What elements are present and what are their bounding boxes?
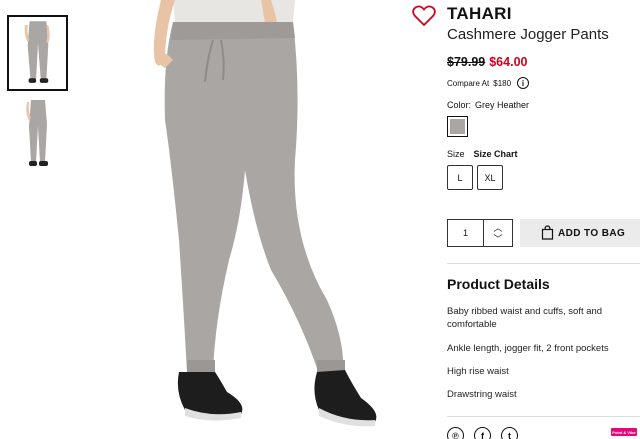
- thumbnail-side[interactable]: [7, 96, 68, 172]
- sale-price: $64.00: [489, 55, 528, 69]
- color-value: Grey Heather: [475, 100, 530, 110]
- detail-item: Baby ribbed waist and cuffs, soft and co…: [447, 306, 603, 330]
- compare-value: $180: [493, 78, 512, 88]
- info-icon[interactable]: i: [517, 77, 530, 89]
- detail-item: Ankle length, jogger fit, 2 front pocket…: [447, 343, 609, 354]
- add-to-bag-label: ADD TO BAG: [558, 227, 626, 239]
- divider: [447, 416, 640, 417]
- chevron-up-icon[interactable]: ︿: [493, 223, 502, 232]
- twitter-icon[interactable]: t: [501, 427, 518, 439]
- detail-item: High rise waist: [447, 366, 509, 377]
- thumbnail-front-image: [9, 17, 66, 89]
- compare-at-price: Compare At $180 i: [447, 77, 530, 89]
- color-swatch-grey-heather[interactable]: [447, 116, 468, 137]
- point-and-vibe-badge[interactable]: Point & Vibe: [611, 428, 637, 436]
- size-chart-link[interactable]: Size Chart: [474, 149, 518, 159]
- detail-item: Drawstring waist: [447, 389, 517, 400]
- bag-icon: [541, 225, 554, 240]
- size-label: Size: [447, 149, 465, 159]
- pinterest-icon[interactable]: ℗: [447, 427, 464, 439]
- thumbnail-front[interactable]: [7, 15, 68, 91]
- original-price: $79.99: [447, 55, 486, 69]
- add-to-bag-button[interactable]: ADD TO BAG: [520, 219, 640, 247]
- size-option-l[interactable]: L: [447, 165, 473, 190]
- chevron-down-icon[interactable]: ﹀: [493, 234, 502, 243]
- quantity-value[interactable]: 1: [448, 220, 483, 246]
- size-option-xl[interactable]: XL: [477, 165, 503, 190]
- brand-name[interactable]: TAHARI: [447, 4, 512, 24]
- divider: [447, 263, 640, 264]
- facebook-icon[interactable]: f: [474, 427, 491, 439]
- size-row: Size Size Chart: [447, 149, 518, 159]
- color-selection-label: Color: Grey Heather: [447, 100, 529, 110]
- heart-icon[interactable]: [412, 5, 436, 27]
- swatch-fill: [450, 119, 465, 134]
- product-details-heading: Product Details: [447, 276, 550, 292]
- jogger-pants-illustration: [95, 0, 423, 439]
- quantity-arrows: ︿ ﹀: [482, 220, 512, 246]
- color-label: Color:: [447, 100, 472, 110]
- main-product-image[interactable]: [95, 0, 423, 439]
- price-block: $79.99 $64.00: [447, 55, 527, 69]
- quantity-stepper[interactable]: 1 ︿ ﹀: [447, 219, 513, 247]
- compare-label: Compare At: [447, 78, 490, 88]
- thumbnail-side-image: [7, 96, 68, 172]
- product-name: Cashmere Jogger Pants: [447, 26, 609, 43]
